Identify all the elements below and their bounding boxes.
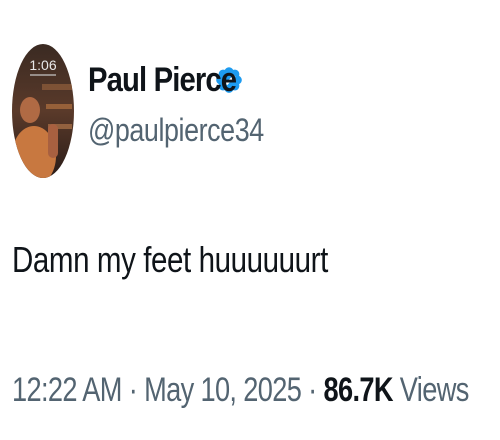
author-display-name[interactable]: Paul Pierce — [88, 60, 237, 100]
avatar[interactable]: 1:06 — [12, 44, 74, 178]
tweet-meta: 12:22 AM · May 10, 2025 · 86.7K Views — [12, 370, 469, 410]
name-row: Paul Pierce — [88, 60, 297, 100]
views-count[interactable]: 86.7K — [323, 371, 393, 409]
tweet: 1:06 Paul Pierce @paulpierce34 Damn my f… — [0, 0, 500, 440]
tweet-header: 1:06 Paul Pierce @paulpierce34 — [12, 44, 297, 178]
meta-separator: · — [301, 371, 324, 409]
views-label: Views — [392, 371, 470, 409]
author-names: Paul Pierce @paulpierce34 — [88, 60, 297, 148]
author-handle[interactable]: @paulpierce34 — [88, 112, 264, 148]
tweet-text: Damn my feet huuuuuurt — [12, 239, 328, 280]
tweet-time[interactable]: 12:22 AM — [12, 371, 122, 409]
avatar-photo-icon: 1:06 — [12, 44, 74, 178]
tweet-date[interactable]: May 10, 2025 — [144, 371, 302, 409]
meta-separator: · — [121, 371, 145, 409]
avatar-time: 1:06 — [29, 57, 56, 73]
